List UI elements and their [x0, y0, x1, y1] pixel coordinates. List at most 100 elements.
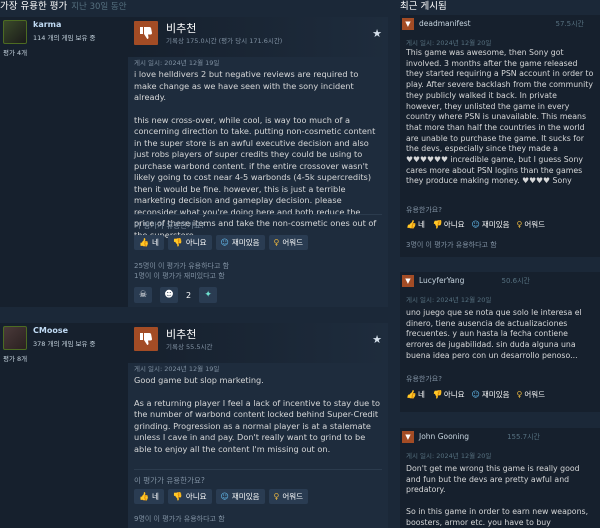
thumbs-down-icon: 👎	[172, 492, 183, 501]
thumbs-down-icon: ▼	[402, 431, 414, 443]
recent-review-header: ▼ LucyferYang 50.6시간	[400, 272, 600, 290]
thumbs-down-icon	[134, 21, 158, 45]
games-owned[interactable]: 378 개의 게임 보유 중	[33, 338, 96, 348]
helpful-question: 이 평가가 유용한가요?	[134, 221, 205, 230]
thumbs-down-icon: 👎	[172, 238, 183, 247]
helpful-count: 9명이 이 평가가 유용하다고 함	[134, 515, 225, 523]
award-label: 어워드	[524, 390, 546, 399]
hours-played: 155.7시간	[507, 433, 540, 441]
avatar[interactable]	[3, 20, 27, 44]
thumbs-down-icon: 👎	[431, 220, 442, 229]
vote-header: 비추천 기록상 55.5시간 ★	[128, 323, 388, 363]
award-button[interactable]: ♀ 어워드	[268, 489, 309, 504]
award-label: 어워드	[524, 220, 546, 229]
funny-button[interactable]: ☺ 재미있음	[472, 219, 510, 230]
review-text: uno juego que se nota que solo le intere…	[406, 308, 582, 360]
no-button[interactable]: 👎 아니요	[432, 389, 465, 400]
thumbs-up-icon: 👍	[139, 238, 149, 247]
recent-review-card: ▼ deadmanifest 57.5시간 게시 일시: 2024년 12월 2…	[400, 15, 600, 257]
no-button[interactable]: 👎 아니요	[167, 235, 212, 250]
award-skull-icon[interactable]: ☠	[134, 287, 152, 303]
star-icon[interactable]: ★	[372, 27, 382, 40]
no-button[interactable]: 👎 아니요	[167, 489, 212, 504]
review-text: Good game but slop marketing. As a retur…	[134, 375, 382, 466]
review-body: 비추천 기록상 175.0시간 (평가 당시 171.6시간) ★ 게시 일시:…	[128, 17, 388, 307]
divider	[134, 214, 382, 215]
author-block: CMoose 378 개의 게임 보유 중 평가 8개	[0, 323, 126, 363]
funny-label: 재미있음	[481, 220, 510, 229]
author-name[interactable]: John Gooning	[419, 432, 469, 441]
hours-played: 50.6시간	[501, 277, 530, 285]
yes-label: 네	[417, 220, 425, 229]
award-count: 2	[186, 290, 192, 300]
yes-button[interactable]: 👍 네	[406, 219, 425, 230]
thumbs-down-icon: ▼	[402, 18, 414, 30]
review-paragraph: Good game but slop marketing.	[134, 375, 264, 385]
award-clown-icon[interactable]: ☻	[160, 287, 178, 303]
thumbs-down-icon	[134, 327, 158, 351]
helpful-question: 유용한가요?	[406, 375, 442, 383]
hours-played: 기록상 55.5시간	[166, 343, 213, 351]
review-text: This game was awesome, then Sony got inv…	[406, 48, 594, 186]
recent-review-card: ▼ LucyferYang 50.6시간 게시 일시: 2024년 12월 20…	[400, 272, 600, 412]
smile-icon: ☺	[220, 492, 229, 501]
helpful-question: 유용한가요?	[406, 206, 442, 214]
helpful-count: 25명이 이 평가가 유용하다고 함	[134, 262, 230, 270]
award-button[interactable]: ♀ 어워드	[268, 235, 309, 250]
divider	[134, 469, 382, 470]
award-icon: ♀	[273, 492, 280, 501]
posted-date: 게시 일시: 2024년 12월 19일	[134, 59, 220, 67]
award-label: 어워드	[282, 238, 304, 247]
star-icon[interactable]: ★	[372, 333, 382, 346]
award-button[interactable]: ♀ 어워드	[517, 389, 546, 400]
thumbs-up-icon: 👍	[406, 220, 416, 229]
verdict-label[interactable]: 비추천	[166, 326, 196, 342]
author-name[interactable]: karma	[33, 20, 61, 29]
funny-button[interactable]: ☺ 재미있음	[215, 489, 265, 504]
games-owned[interactable]: 114 개의 게임 보유 중	[33, 32, 96, 42]
funny-label: 재미있음	[231, 238, 260, 247]
thumbs-down-icon: ▼	[402, 275, 414, 287]
funny-label: 재미있음	[231, 492, 260, 501]
vote-buttons: 👍 네 👎 아니요 ☺ 재미있음 ♀ 어워드	[134, 489, 309, 504]
no-label: 아니요	[185, 492, 207, 501]
review-count[interactable]: 평가 4개	[3, 47, 27, 57]
smile-icon: ☺	[220, 238, 229, 247]
yes-button[interactable]: 👍 네	[406, 389, 425, 400]
funny-button[interactable]: ☺ 재미있음	[472, 389, 510, 400]
yes-button[interactable]: 👍 네	[134, 489, 164, 504]
author-name[interactable]: CMoose	[33, 326, 68, 335]
award-button[interactable]: ♀ 어워드	[517, 219, 546, 230]
review-body: 비추천 기록상 55.5시간 ★ 게시 일시: 2024년 12월 19일 Go…	[128, 323, 388, 528]
helpful-question: 이 평가가 유용한가요?	[134, 476, 205, 485]
author-name[interactable]: LucyferYang	[419, 276, 464, 285]
thumbs-down-icon: 👎	[431, 390, 442, 399]
yes-button[interactable]: 👍 네	[134, 235, 164, 250]
review-card: karma 114 개의 게임 보유 중 평가 4개 비추천 기록상 175.0…	[0, 17, 388, 307]
award-torch-icon[interactable]: ✦	[199, 287, 218, 303]
recent-title: 최근 게시됨	[400, 1, 447, 12]
funny-count: 1명이 이 평가가 재미있다고 함	[134, 272, 225, 280]
smile-icon: ☺	[471, 390, 480, 399]
funny-button[interactable]: ☺ 재미있음	[215, 235, 265, 250]
vote-buttons: 👍 네 👎 아니요 ☺ 재미있음 ♀ 어워드	[406, 219, 545, 230]
no-label: 아니요	[443, 390, 465, 399]
review-paragraph: i love helldivers 2 but negative reviews…	[134, 69, 359, 102]
avatar[interactable]	[3, 326, 27, 350]
yes-label: 네	[151, 492, 159, 501]
yes-label: 네	[417, 390, 425, 399]
no-label: 아니요	[185, 238, 207, 247]
recent-header: 최근 게시됨	[400, 0, 447, 14]
no-button[interactable]: 👎 아니요	[432, 219, 465, 230]
hours-played: 57.5시간	[555, 20, 584, 28]
posted-date: 게시 일시: 2024년 12월 20일	[406, 39, 492, 47]
period-label: 지난 30일 동안	[71, 2, 127, 12]
posted-date: 게시 일시: 2024년 12월 20일	[406, 452, 492, 460]
author-name[interactable]: deadmanifest	[419, 19, 471, 28]
review-card: CMoose 378 개의 게임 보유 중 평가 8개 비추천 기록상 55.5…	[0, 323, 388, 528]
award-icon: ♀	[516, 220, 523, 229]
award-label: 어워드	[282, 492, 304, 501]
review-count[interactable]: 평가 8개	[3, 353, 27, 363]
verdict-label[interactable]: 비추천	[166, 20, 196, 36]
award-icon: ♀	[273, 238, 280, 247]
